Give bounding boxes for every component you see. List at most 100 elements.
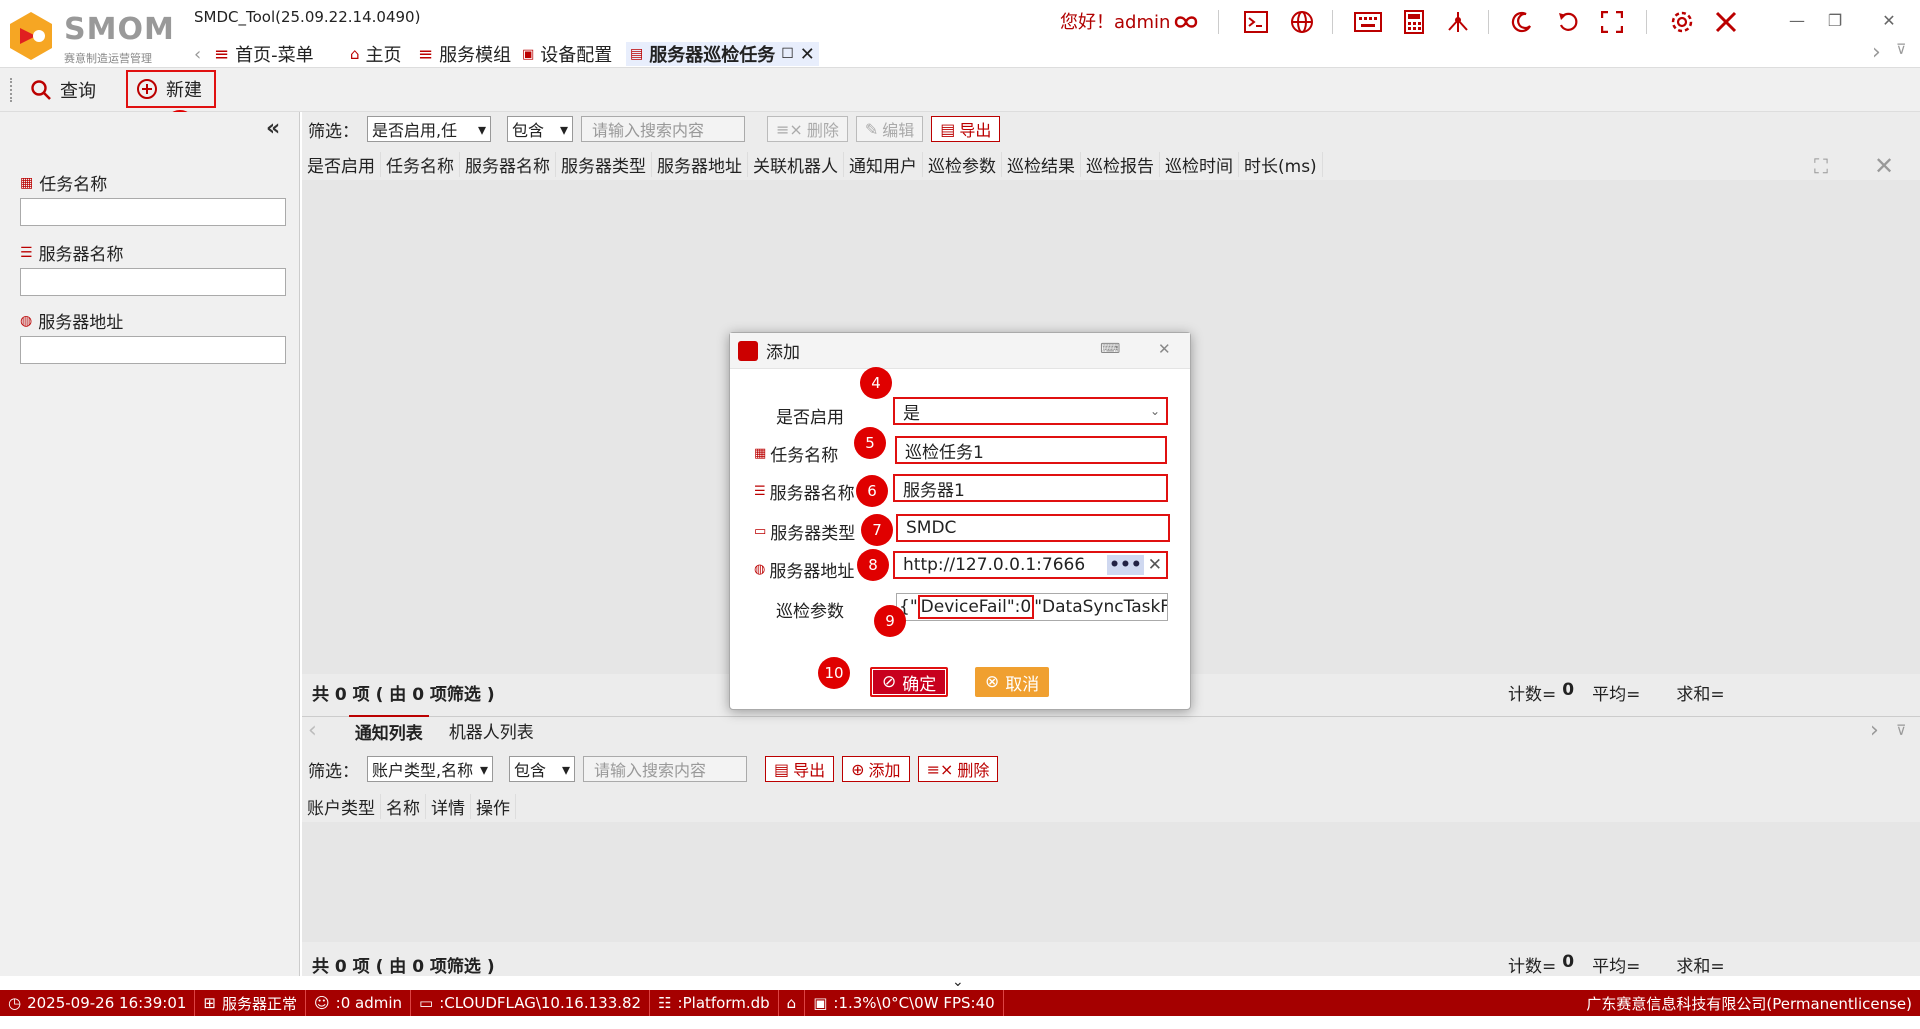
sub-tab-robot[interactable]: 机器人列表 [449, 718, 534, 743]
calculator-icon[interactable] [1400, 8, 1428, 36]
more-options-icon[interactable]: ••• [1107, 555, 1144, 575]
sub-delete-button[interactable]: ≡× 删除 [917, 756, 999, 782]
network-icon[interactable] [1444, 8, 1472, 36]
sub-export-button[interactable]: ▤ 导出 [765, 756, 835, 782]
sub-filter-match-select[interactable]: 包含 ▾ [509, 756, 575, 782]
column-header[interactable]: 详情 [426, 794, 471, 819]
sub-tab-notify[interactable]: 通知列表 [348, 715, 429, 746]
grid-search-input[interactable]: 请输入搜索内容 [581, 116, 745, 142]
tab-dropdown-icon[interactable]: ⊽ [1896, 42, 1906, 58]
column-header[interactable]: 关联机器人 [748, 152, 844, 177]
enabled-select[interactable]: 是 ⌄ [893, 397, 1168, 425]
grid-header: 是否启用 任务名称 服务器名称 服务器类型 服务器地址 关联机器人 通知用户 巡… [302, 152, 1323, 177]
cpu-icon: ▣ [813, 994, 828, 1012]
nav-back-icon[interactable]: ‹ [194, 44, 201, 65]
globe-icon[interactable] [1288, 8, 1316, 36]
tools-icon[interactable] [1712, 8, 1740, 36]
filter-match-select[interactable]: 包含 ▾ [507, 116, 573, 142]
restore-icon[interactable]: ❐ [1820, 8, 1850, 32]
column-header[interactable]: 任务名称 [381, 152, 460, 177]
confirm-button[interactable]: ⊘ 确定 [870, 667, 949, 697]
close-tab-icon[interactable]: ✕ [800, 44, 815, 65]
status-host: ▭:CLOUDFLAG\10.16.133.82 [411, 990, 651, 1016]
terminal-icon[interactable] [1242, 8, 1270, 36]
nav-tab-main[interactable]: ⌂ 主页 [350, 42, 402, 66]
column-header[interactable]: 巡检报告 [1081, 152, 1160, 177]
collapse-panel-icon[interactable]: « [266, 116, 280, 141]
nav-tab-service-module[interactable]: ≡ 服务模组 [418, 42, 511, 67]
server-address-input[interactable] [20, 336, 286, 364]
column-header[interactable]: 巡检时间 [1160, 152, 1239, 177]
sub-tab-bar: ‹ 通知列表 机器人列表 › ⊽ [302, 715, 1920, 746]
column-header[interactable]: 账户类型 [302, 794, 381, 819]
task-name-field[interactable]: 巡检任务1 [895, 436, 1167, 464]
logo-mark-icon [10, 12, 52, 60]
gear-icon[interactable] [1668, 8, 1696, 36]
screenshot-icon[interactable]: ⛶ [1814, 154, 1828, 178]
link-icon[interactable] [1172, 8, 1200, 36]
query-button[interactable]: 查询 [22, 74, 104, 106]
column-header[interactable]: 巡检参数 [923, 152, 1002, 177]
column-header[interactable]: 巡检结果 [1002, 152, 1081, 177]
expand-down-icon[interactable]: ⌄ [952, 974, 964, 990]
column-header[interactable]: 时长(ms) [1239, 152, 1323, 177]
cancel-circle-icon: ⊗ [985, 672, 1000, 692]
column-header[interactable]: 名称 [381, 794, 426, 819]
task-name-input[interactable] [20, 198, 286, 226]
status-tag: ⌂ [779, 990, 806, 1016]
sub-tab-dropdown-icon[interactable]: ⊽ [1896, 723, 1906, 739]
column-header[interactable]: 通知用户 [844, 152, 923, 177]
server-status-icon: ⊞ [203, 994, 216, 1012]
server-address-field[interactable]: http://127.0.0.1:7666 ••• ✕ [893, 551, 1168, 579]
close-grid-icon[interactable]: ✕ [1874, 152, 1894, 180]
column-header[interactable]: 操作 [471, 794, 516, 819]
add-dialog: 添加 ⌨ ✕ 是否启用 是 ⌄ 4 ▦ 任务名称 巡检任务1 5 ☰ 服务器名称… [729, 332, 1191, 710]
delete-button[interactable]: ≡× 删除 [767, 116, 848, 142]
field-label-task-name: ▦ 任务名称 [20, 174, 108, 196]
minimize-icon[interactable]: — [1782, 8, 1812, 32]
fullscreen-icon[interactable] [1598, 8, 1626, 36]
delete-icon: ≡× [926, 759, 954, 779]
edit-button[interactable]: ✎ 编辑 [855, 116, 924, 142]
cancel-button[interactable]: ⊗ 取消 [975, 667, 1050, 697]
nav-tab-home-menu[interactable]: ≡ 首页-菜单 [214, 42, 314, 67]
globe-icon: ◍ [20, 312, 33, 329]
sub-tab-next-icon[interactable]: › [1870, 718, 1879, 743]
sub-search-input[interactable]: 请输入搜索内容 [583, 756, 747, 782]
nav-tab-server-inspection[interactable]: ▤ 服务器巡检任务 ☐ ✕ [626, 42, 819, 66]
server-type-field[interactable]: SMDC [896, 514, 1170, 542]
sub-tab-prev-icon[interactable]: ‹ [308, 718, 317, 743]
inspection-params-field[interactable]: {" DeviceFail":0 "DataSyncTaskF [896, 593, 1168, 621]
keyboard-icon[interactable]: ⌨ [1100, 341, 1120, 357]
sub-add-button[interactable]: ⊕ 添加 [842, 756, 910, 782]
filter-field-select[interactable]: 是否启用,任 ▾ [367, 116, 491, 142]
column-header[interactable]: 服务器地址 [652, 152, 748, 177]
refresh-icon[interactable] [1554, 8, 1582, 36]
column-header[interactable]: 是否启用 [302, 152, 381, 177]
server-name-input[interactable] [20, 268, 286, 296]
column-header[interactable]: 服务器类型 [556, 152, 652, 177]
app-logo: SMOM 赛意制造运营管理 [6, 8, 174, 65]
server-name-field[interactable]: 服务器1 [893, 474, 1168, 502]
dialog-close-icon[interactable]: ✕ [1158, 340, 1171, 358]
new-button[interactable]: 新建 [126, 70, 216, 108]
main-toolbar: 查询 新建 3 [0, 68, 1920, 142]
server-icon: ☰ [754, 484, 766, 499]
close-icon[interactable]: ✕ [1874, 8, 1904, 32]
add-circle-icon [137, 79, 157, 99]
sub-filter-field-select[interactable]: 账户类型,名称 ▾ [367, 756, 493, 782]
restore-tab-icon[interactable]: ☐ [781, 46, 794, 62]
nav-tab-device-config[interactable]: ▣ 设备配置 [522, 42, 612, 66]
clear-icon[interactable]: ✕ [1148, 555, 1162, 575]
field-label-inspection-params: 巡检参数 [776, 602, 844, 622]
dropdown-arrow-icon: ▾ [559, 119, 568, 139]
column-header[interactable]: 服务器名称 [460, 152, 556, 177]
status-user: ☺:0 admin [306, 990, 412, 1016]
night-mode-icon[interactable] [1508, 8, 1536, 36]
step-badge: 5 [854, 427, 886, 459]
keyboard-icon[interactable] [1354, 8, 1382, 36]
tab-scroll-right-icon[interactable]: › [1872, 40, 1881, 65]
export-button[interactable]: ▤ 导出 [931, 116, 1001, 142]
status-bar: ◷ 2025-09-26 16:39:01 ⊞ 服务器正常 ☺:0 admin ▭:… [0, 990, 1920, 1016]
app-title: SMDC_Tool(25.09.22.14.0490) [194, 8, 421, 26]
